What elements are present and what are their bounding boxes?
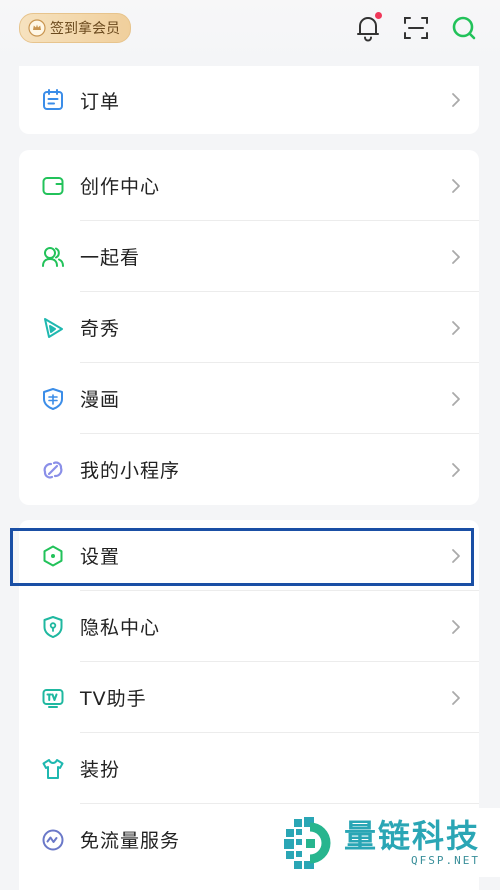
- menu-item-privacy[interactable]: 隐私中心: [19, 591, 479, 662]
- watch-together-icon: [41, 245, 65, 269]
- watermark-logo-icon: [280, 813, 340, 873]
- menu-item-label: TV助手: [80, 688, 147, 710]
- notification-dot: [375, 12, 382, 19]
- top-bar: 签到拿会员: [0, 0, 500, 62]
- menu-item-label: 漫画: [80, 389, 121, 411]
- scan-icon[interactable]: [402, 14, 430, 42]
- menu-item-watch-together[interactable]: 一起看: [19, 221, 479, 292]
- menu-item-label: 我的小程序: [80, 460, 181, 482]
- crown-icon: [28, 19, 46, 37]
- qixiu-icon: [41, 316, 65, 340]
- search-icon[interactable]: [450, 14, 478, 42]
- chevron-right-icon: [451, 619, 461, 635]
- signin-vip-button[interactable]: 签到拿会员: [19, 13, 131, 43]
- menu-item-creation[interactable]: 创作中心: [19, 150, 479, 221]
- features-card: 创作中心 一起看 奇秀 漫画 我的小程序: [19, 150, 479, 505]
- chevron-right-icon: [451, 690, 461, 706]
- menu-item-dressup[interactable]: 装扮: [19, 733, 479, 804]
- chevron-right-icon: [451, 462, 461, 478]
- menu-item-orders[interactable]: 订单: [19, 66, 479, 134]
- orders-card: 订单: [19, 66, 479, 134]
- bell-icon[interactable]: [354, 12, 382, 42]
- chevron-right-icon: [451, 320, 461, 336]
- menu-item-label: 订单: [80, 90, 121, 113]
- menu-item-label: 隐私中心: [80, 617, 161, 639]
- creation-icon: [41, 174, 65, 198]
- menu-item-comic[interactable]: 漫画: [19, 363, 479, 434]
- chevron-right-icon: [451, 178, 461, 194]
- dressup-icon: [41, 757, 65, 781]
- watermark-subtitle: QFSP.NET: [411, 854, 481, 867]
- chevron-right-icon: [451, 391, 461, 407]
- tv-icon: [41, 686, 65, 710]
- menu-item-label: 免流量服务: [80, 830, 181, 852]
- data-free-icon: [41, 828, 65, 852]
- menu-item-label: 奇秀: [80, 318, 121, 340]
- comic-icon: [41, 387, 65, 411]
- chevron-right-icon: [451, 249, 461, 265]
- menu-item-mini-program[interactable]: 我的小程序: [19, 434, 479, 505]
- mini-program-icon: [41, 458, 65, 482]
- signin-label: 签到拿会员: [50, 21, 120, 37]
- order-icon: [41, 88, 65, 112]
- chevron-right-icon: [451, 92, 461, 108]
- watermark-title: 量链科技: [344, 817, 481, 855]
- menu-item-label: 一起看: [80, 247, 141, 269]
- watermark: 量链科技 QFSP.NET: [274, 808, 500, 877]
- menu-item-tv-assistant[interactable]: TV助手: [19, 662, 479, 733]
- menu-item-label: 创作中心: [80, 176, 161, 198]
- privacy-icon: [41, 615, 65, 639]
- menu-item-label: 装扮: [80, 759, 121, 781]
- menu-item-qixiu[interactable]: 奇秀: [19, 292, 479, 363]
- settings-highlight-box: [10, 528, 474, 586]
